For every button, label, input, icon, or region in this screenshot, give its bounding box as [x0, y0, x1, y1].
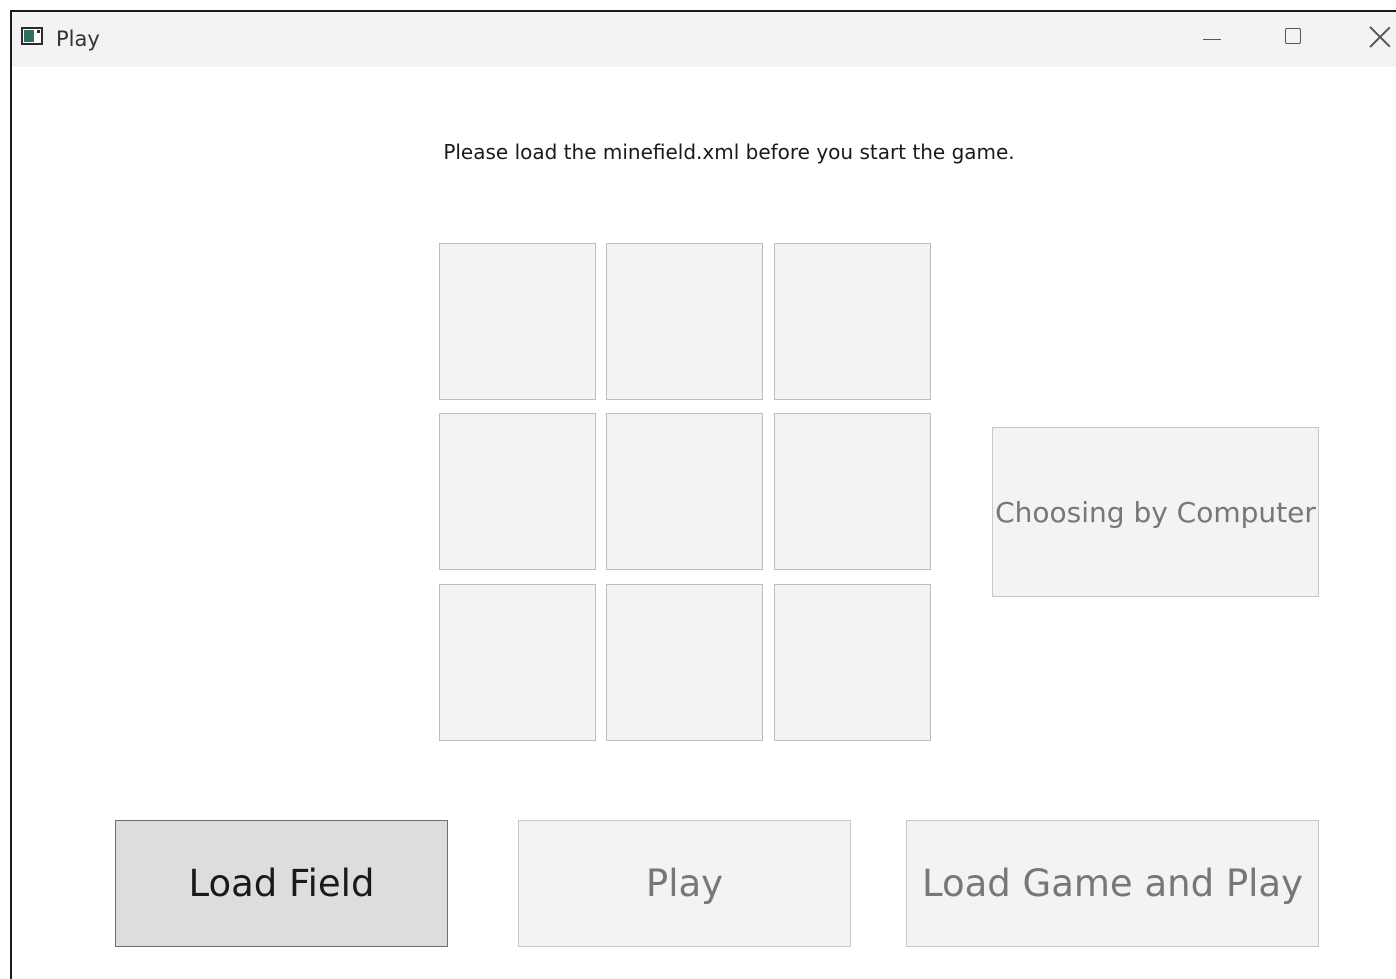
instruction-message: Please load the minefield.xml before you… — [443, 140, 1015, 164]
title-bar[interactable]: Play — [12, 12, 1396, 67]
grid-cell-2-1[interactable] — [606, 584, 763, 741]
play-window: Play Please load the minefield.xml befor… — [10, 10, 1396, 979]
app-window-icon — [21, 27, 43, 45]
maximize-button[interactable] — [1252, 12, 1332, 67]
grid-cell-2-0[interactable] — [439, 584, 596, 741]
load-field-button[interactable]: Load Field — [115, 820, 448, 947]
window-title: Play — [56, 27, 100, 51]
grid-cell-1-1[interactable] — [606, 413, 763, 570]
grid-cell-1-0[interactable] — [439, 413, 596, 570]
close-icon — [1368, 25, 1392, 49]
grid-cell-0-0[interactable] — [439, 243, 596, 400]
app-icon-dot — [37, 30, 40, 33]
choosing-by-computer-button[interactable]: Choosing by Computer — [992, 427, 1319, 597]
grid-cell-2-2[interactable] — [774, 584, 931, 741]
maximize-icon — [1285, 28, 1301, 44]
play-button[interactable]: Play — [518, 820, 851, 947]
grid-cell-1-2[interactable] — [774, 413, 931, 570]
load-game-and-play-button[interactable]: Load Game and Play — [906, 820, 1319, 947]
minimize-button[interactable] — [1172, 12, 1252, 67]
grid-cell-0-2[interactable] — [774, 243, 931, 400]
close-button[interactable] — [1332, 12, 1396, 67]
grid-cell-0-1[interactable] — [606, 243, 763, 400]
app-icon-pane — [24, 30, 34, 42]
minimize-icon — [1203, 39, 1221, 40]
